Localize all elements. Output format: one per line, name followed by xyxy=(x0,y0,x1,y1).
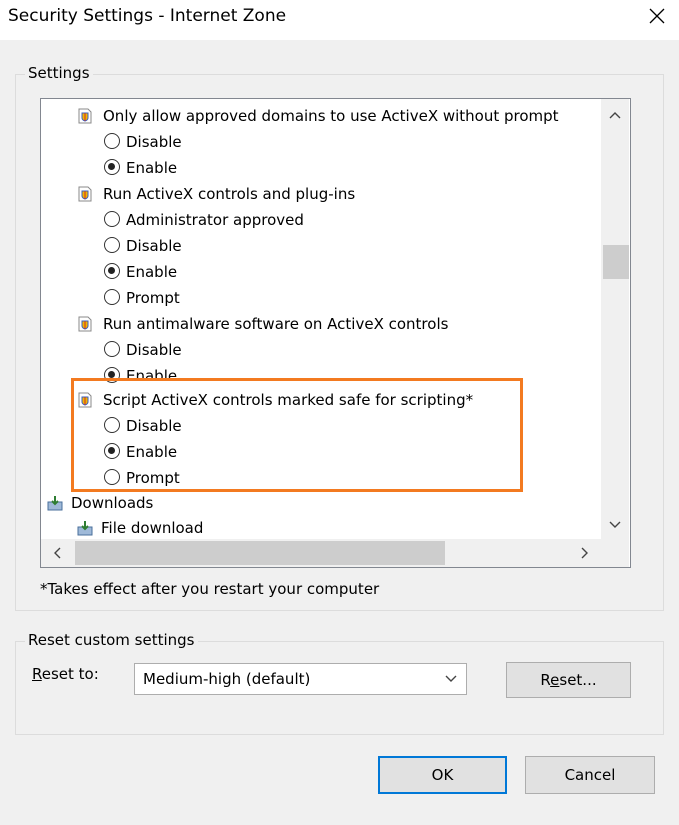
scroll-left-arrow[interactable] xyxy=(47,543,67,563)
radio-button[interactable] xyxy=(104,289,120,305)
vertical-scroll-thumb[interactable] xyxy=(603,245,629,279)
settings-group-label: Settings xyxy=(25,64,93,82)
highlight-box xyxy=(71,378,523,492)
reset-button[interactable]: Reset... xyxy=(506,662,631,698)
option-label: Enable xyxy=(126,263,178,281)
close-button[interactable] xyxy=(642,4,672,30)
option-label: Disable xyxy=(126,237,182,255)
option-label: Disable xyxy=(126,341,182,359)
radio-button[interactable] xyxy=(104,211,120,227)
chevron-down-icon xyxy=(445,675,457,682)
cancel-button[interactable]: Cancel xyxy=(525,756,655,794)
vertical-scrollbar[interactable] xyxy=(601,99,629,539)
download-icon xyxy=(77,521,93,536)
shield-doc-icon xyxy=(78,186,92,202)
ok-button-label: OK xyxy=(431,766,454,784)
radio-button[interactable] xyxy=(104,341,120,357)
close-icon xyxy=(649,8,665,24)
reset-to-label: Reset to: xyxy=(32,665,99,683)
scrollbar-corner xyxy=(601,539,629,567)
reset-button-text-prefix: R xyxy=(540,671,551,689)
horizontal-scroll-thumb[interactable] xyxy=(75,541,445,565)
radio-button[interactable] xyxy=(104,133,120,149)
settings-tree[interactable]: Only allow approved domains to use Activ… xyxy=(40,98,631,568)
reset-button-text: set... xyxy=(559,671,597,689)
reset-to-label-text: eset to: xyxy=(41,665,99,683)
setting-label: Run ActiveX controls and plug-ins xyxy=(103,185,356,203)
title-bar: Security Settings - Internet Zone xyxy=(0,0,679,40)
download-icon xyxy=(47,496,63,511)
category-label: Downloads xyxy=(71,494,154,512)
radio-button-selected[interactable] xyxy=(104,159,120,175)
chevron-up-icon xyxy=(609,112,621,119)
scroll-down-arrow[interactable] xyxy=(605,515,625,535)
reset-level-dropdown[interactable]: Medium-high (default) xyxy=(134,663,467,695)
ok-button[interactable]: OK xyxy=(378,756,507,794)
cancel-button-label: Cancel xyxy=(564,766,616,784)
restart-note: *Takes effect after you restart your com… xyxy=(40,580,380,598)
shield-doc-icon xyxy=(78,316,92,332)
setting-label: Only allow approved domains to use Activ… xyxy=(103,107,559,125)
setting-label: Run antimalware software on ActiveX cont… xyxy=(103,315,449,333)
option-label: Disable xyxy=(126,133,182,151)
option-label: Administrator approved xyxy=(126,211,304,229)
radio-button[interactable] xyxy=(104,237,120,253)
setting-label: File download xyxy=(101,519,204,537)
chevron-left-icon xyxy=(54,547,61,559)
scroll-up-arrow[interactable] xyxy=(605,105,625,125)
option-label: Prompt xyxy=(126,289,180,307)
chevron-down-icon xyxy=(609,521,621,528)
window-title: Security Settings - Internet Zone xyxy=(8,6,287,26)
radio-button-selected[interactable] xyxy=(104,263,120,279)
scroll-right-arrow[interactable] xyxy=(575,543,595,563)
accelerator-key: e xyxy=(550,671,560,689)
shield-doc-icon xyxy=(78,108,92,124)
option-label: Enable xyxy=(126,159,178,177)
accelerator-key: R xyxy=(32,665,42,683)
chevron-right-icon xyxy=(581,547,588,559)
reset-group-label: Reset custom settings xyxy=(25,631,198,649)
dropdown-value: Medium-high (default) xyxy=(143,670,311,688)
